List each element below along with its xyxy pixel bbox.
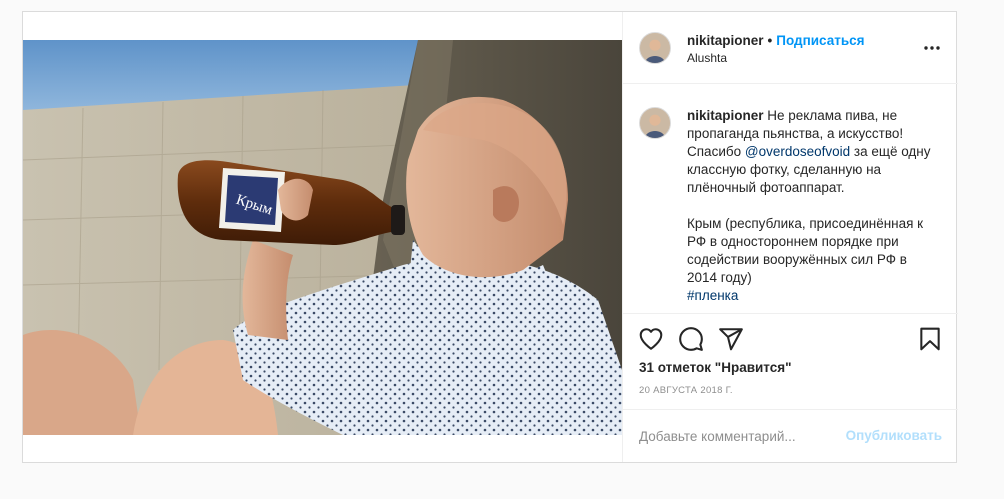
likes-count[interactable]: 31 отметок "Нравится"	[639, 360, 792, 375]
separator-dot: •	[767, 33, 773, 48]
post-photo[interactable]: Крым	[23, 40, 622, 435]
username[interactable]: nikitapioner	[687, 33, 764, 48]
post-sidebar: nikitapioner • Подписаться Alushta nikit…	[622, 12, 958, 462]
location-link[interactable]: Alushta	[687, 51, 727, 65]
post-media: Крым	[23, 12, 622, 462]
header-line: nikitapioner • Подписаться	[687, 33, 865, 48]
caption-avatar[interactable]	[639, 107, 671, 139]
more-options-icon[interactable]	[922, 38, 942, 58]
post-actions: 31 отметок "Нравится" 20 АВГУСТА 2018 Г.	[623, 313, 958, 409]
follow-button[interactable]: Подписаться	[776, 33, 864, 48]
caption-paragraph-2: Крым (республика, присоединённая к РФ в …	[687, 216, 924, 285]
post-caption: nikitapioner Не реклама пива, не пропага…	[687, 107, 937, 305]
caption-mention[interactable]: @overdoseofvoid	[745, 144, 850, 159]
bookmark-icon[interactable]	[917, 326, 943, 352]
post-date[interactable]: 20 АВГУСТА 2018 Г.	[639, 385, 733, 396]
avatar[interactable]	[639, 32, 671, 64]
post-card: Крым nikitapioner•Подписаться Alushta	[22, 11, 958, 463]
heart-icon[interactable]	[638, 326, 664, 352]
publish-button[interactable]: Опубликовать	[846, 428, 942, 443]
add-comment-section: Опубликовать	[623, 409, 958, 462]
caption-paragraph-1: nikitapioner Не реклама пива, не пропага…	[687, 107, 937, 197]
comment-bubble-icon[interactable]	[678, 326, 704, 352]
caption-hashtag[interactable]: #пленка	[687, 288, 738, 303]
comments-section: nikitapioner Не реклама пива, не пропага…	[623, 85, 958, 313]
comment-input[interactable]	[639, 426, 839, 446]
paper-plane-icon[interactable]	[718, 326, 744, 352]
caption-username[interactable]: nikitapioner	[687, 108, 764, 123]
post-header: nikitapioner • Подписаться Alushta	[623, 12, 958, 84]
